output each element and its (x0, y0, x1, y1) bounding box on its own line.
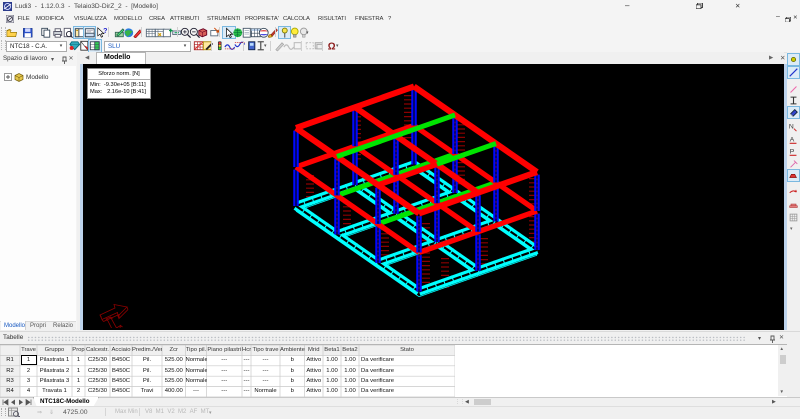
svg-text:P: P (790, 149, 795, 156)
svg-text:Ω: Ω (328, 42, 336, 52)
svg-text:N: N (789, 124, 794, 131)
svg-text:A: A (790, 137, 795, 144)
svg-text:?: ? (103, 28, 107, 35)
